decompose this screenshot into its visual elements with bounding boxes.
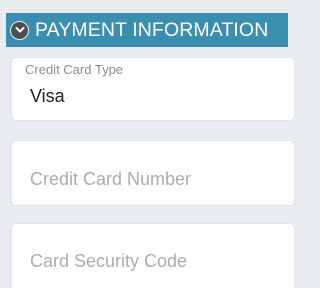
credit-card-type-select[interactable]: Credit Card Type Visa bbox=[11, 57, 295, 121]
payment-form: Credit Card Type Visa Credit Card Number… bbox=[0, 47, 295, 288]
section-title: PAYMENT INFORMATION bbox=[35, 18, 269, 41]
card-security-code-placeholder[interactable]: Card Security Code bbox=[30, 251, 187, 272]
credit-card-number-placeholder[interactable]: Credit Card Number bbox=[30, 169, 191, 190]
payment-section-header[interactable]: PAYMENT INFORMATION bbox=[6, 13, 288, 47]
card-security-code-field[interactable]: Card Security Code bbox=[11, 223, 295, 288]
credit-card-type-label: Credit Card Type bbox=[25, 62, 124, 77]
credit-card-number-field[interactable]: Credit Card Number bbox=[11, 140, 295, 206]
chevron-down-icon[interactable] bbox=[10, 20, 29, 40]
credit-card-type-value[interactable]: Visa bbox=[30, 86, 65, 107]
